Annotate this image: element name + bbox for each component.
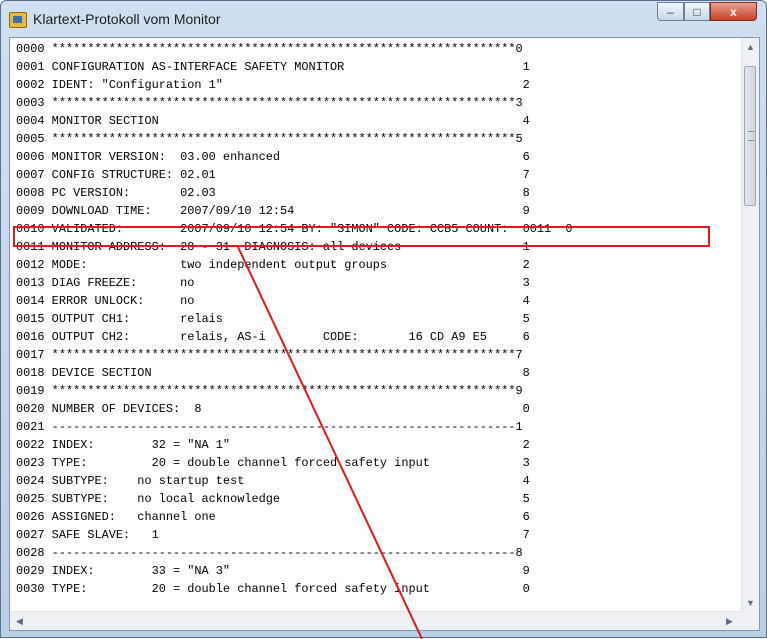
size-grip[interactable]: [742, 612, 759, 630]
protocol-line: 0022 INDEX: 32 = "NA 1" 2: [16, 438, 530, 452]
minimize-icon: –: [667, 4, 674, 19]
protocol-line: 0024 SUBTYPE: no startup test 4: [16, 474, 530, 488]
protocol-line: 0014 ERROR UNLOCK: no 4: [16, 294, 530, 308]
protocol-text-area[interactable]: 0000 ***********************************…: [9, 37, 760, 631]
window-title: Klartext-Protokoll vom Monitor: [33, 11, 221, 27]
protocol-line: 0015 OUTPUT CH1: relais 5: [16, 312, 530, 326]
close-button[interactable]: x: [710, 2, 757, 21]
protocol-line: 0025 SUBTYPE: no local acknowledge 5: [16, 492, 530, 506]
maximize-button[interactable]: □: [684, 2, 710, 21]
close-icon: x: [730, 4, 737, 19]
validated-line-highlight: [13, 226, 710, 247]
protocol-line: 0006 MONITOR VERSION: 03.00 enhanced 6: [16, 150, 530, 164]
minimize-button[interactable]: –: [657, 2, 684, 21]
app-icon[interactable]: [9, 12, 27, 28]
horizontal-scrollbar[interactable]: ◀ ▶: [10, 611, 743, 630]
protocol-text[interactable]: 0000 ***********************************…: [10, 38, 743, 612]
grip-icon: [748, 131, 754, 141]
protocol-line: 0008 PC VERSION: 02.03 8: [16, 186, 530, 200]
protocol-line: 0004 MONITOR SECTION 4: [16, 114, 530, 128]
protocol-line: 0012 MODE: two independent output groups…: [16, 258, 530, 272]
protocol-line: 0005 ***********************************…: [16, 132, 523, 146]
protocol-line: 0013 DIAG FREEZE: no 3: [16, 276, 530, 290]
scroll-up-icon[interactable]: ▲: [743, 42, 758, 52]
protocol-line: 0002 IDENT: "Configuration 1" 2: [16, 78, 530, 92]
protocol-line: 0018 DEVICE SECTION 8: [16, 366, 530, 380]
protocol-line: 0023 TYPE: 20 = double channel forced sa…: [16, 456, 530, 470]
protocol-line: 0027 SAFE SLAVE: 1 7: [16, 528, 530, 542]
protocol-line: 0020 NUMBER OF DEVICES: 8 0: [16, 402, 530, 416]
scroll-left-icon[interactable]: ◀: [12, 616, 27, 626]
protocol-line: 0026 ASSIGNED: channel one 6: [16, 510, 530, 524]
scroll-right-icon[interactable]: ▶: [722, 616, 737, 626]
maximize-icon: □: [693, 4, 701, 19]
protocol-line: 0030 TYPE: 20 = double channel forced sa…: [16, 582, 530, 596]
protocol-line: 0021 -----------------------------------…: [16, 420, 523, 434]
protocol-line: 0000 ***********************************…: [16, 42, 523, 56]
vertical-scroll-thumb[interactable]: [744, 66, 756, 206]
protocol-line: 0016 OUTPUT CH2: relais, AS-i CODE: 16 C…: [16, 330, 530, 344]
protocol-line: 0001 CONFIGURATION AS-INTERFACE SAFETY M…: [16, 60, 530, 74]
scroll-down-icon[interactable]: ▼: [743, 598, 758, 608]
title-bar[interactable]: Klartext-Protokoll vom Monitor – □ x: [1, 1, 766, 37]
protocol-line: 0003 ***********************************…: [16, 96, 523, 110]
protocol-window: Klartext-Protokoll vom Monitor – □ x 000…: [0, 0, 767, 639]
protocol-line: 0028 -----------------------------------…: [16, 546, 523, 560]
protocol-line: 0019 ***********************************…: [16, 384, 523, 398]
protocol-line: 0017 ***********************************…: [16, 348, 523, 362]
vertical-scrollbar[interactable]: ▲ ▼: [741, 38, 759, 612]
protocol-line: 0029 INDEX: 33 = "NA 3" 9: [16, 564, 530, 578]
protocol-line: 0009 DOWNLOAD TIME: 2007/09/10 12:54 9: [16, 204, 530, 218]
protocol-line: 0007 CONFIG STRUCTURE: 02.01 7: [16, 168, 530, 182]
